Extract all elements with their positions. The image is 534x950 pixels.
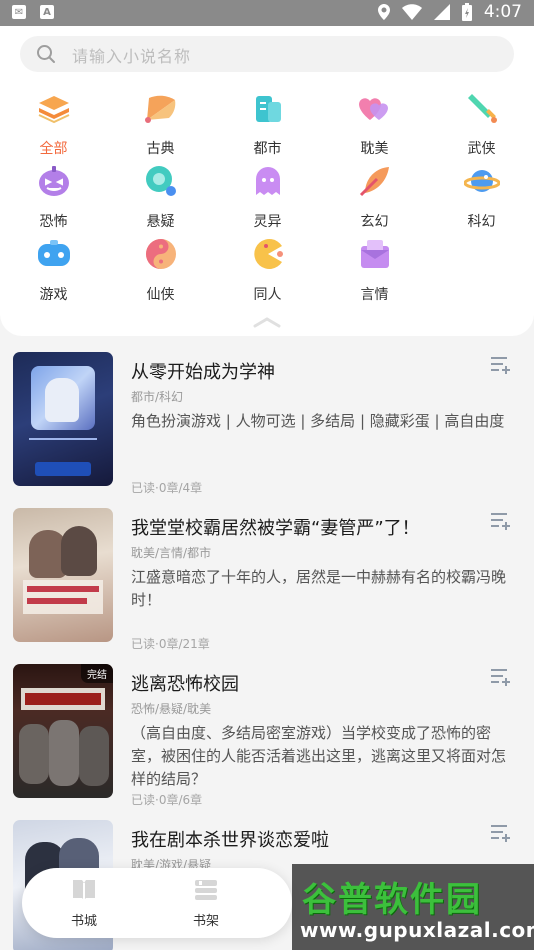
tab-bookstore[interactable]: 书城 (54, 878, 114, 929)
category-label: 科幻 (467, 214, 496, 230)
signal-icon (433, 4, 450, 20)
category-label: 灵异 (253, 214, 282, 230)
category-supernatural[interactable]: 灵异 (214, 163, 321, 231)
layers-icon (38, 96, 69, 124)
category-label: 玄幻 (360, 214, 389, 230)
gamepad-icon (37, 240, 70, 266)
category-label: 恐怖 (39, 214, 68, 230)
yinyang-icon (145, 239, 176, 269)
hearts-icon (358, 98, 388, 120)
category-label: 全部 (39, 141, 68, 157)
bookshelf-icon (195, 880, 217, 900)
category-all[interactable]: 全部 (0, 90, 107, 158)
category-classic[interactable]: 古典 (107, 90, 214, 158)
fan-icon (144, 95, 175, 123)
category-game[interactable]: 游戏 (0, 236, 107, 304)
search-icon (37, 45, 55, 63)
bottom-tab-bar: 书城 书架 (22, 868, 292, 938)
category-danmei[interactable]: 耽美 (321, 90, 428, 158)
book-open-icon (73, 880, 95, 900)
battery-icon (461, 3, 472, 21)
watermark-logo: 谷普软件园 www.gupuxlazal.com (292, 864, 534, 950)
status-bar: ✉ A 4:07 (0, 0, 534, 26)
wifi-icon (401, 4, 422, 20)
category-fanfic[interactable]: 同人 (214, 236, 321, 304)
tab-label: 书城 (70, 914, 97, 929)
book-title: 我堂堂校霸居然被学霸“妻管严”了！ (131, 518, 420, 539)
search-placeholder: 请输入小说名称 (72, 47, 192, 66)
book-tags: 恐怖/悬疑/耽美 (131, 702, 212, 716)
book-item[interactable]: 我堂堂校霸居然被学霸“妻管严”了！ 耽美/言情/都市 江盛意暗恋了十年的人，居然… (0, 492, 534, 651)
category-label: 游戏 (39, 287, 68, 303)
app-notification-icon: A (40, 5, 54, 19)
search-input[interactable]: 请输入小说名称 (20, 36, 514, 72)
add-to-shelf-icon[interactable] (490, 356, 512, 374)
book-item[interactable]: 完结 逃离恐怖校园 恐怖/悬疑/耽美 （高自由度、多结局密室游戏）当学校变成了恐… (0, 648, 534, 807)
category-label: 言情 (360, 287, 389, 303)
book-title: 从零开始成为学神 (131, 362, 275, 383)
magnifier-icon (145, 166, 176, 196)
category-romance[interactable]: 言情 (321, 236, 428, 304)
category-wuxia[interactable]: 武侠 (428, 90, 534, 158)
category-label: 悬疑 (146, 214, 175, 230)
location-icon (377, 4, 390, 20)
category-label: 仙侠 (146, 287, 175, 303)
envelope-icon (360, 240, 389, 268)
book-description: 角色扮演游戏 | 人物可选 | 多结局 | 隐藏彩蛋 | 高自由度 (131, 412, 505, 430)
add-to-shelf-icon[interactable] (490, 668, 512, 686)
category-horror[interactable]: 恐怖 (0, 163, 107, 231)
category-label: 耽美 (360, 141, 389, 157)
category-scifi[interactable]: 科幻 (428, 163, 534, 231)
category-label: 武侠 (467, 141, 496, 157)
book-description: （高自由度、多结局密室游戏）当学校变成了恐怖的密室，被困住的人能否活着逃出这里，… (131, 724, 507, 788)
category-city[interactable]: 都市 (214, 90, 321, 158)
completed-badge: 完结 (81, 664, 113, 683)
book-item[interactable]: 从零开始成为学神 都市/科幻 角色扮演游戏 | 人物可选 | 多结局 | 隐藏彩… (0, 336, 534, 495)
add-to-shelf-icon[interactable] (490, 512, 512, 530)
collapse-chevron-icon[interactable] (253, 316, 281, 328)
pumpkin-icon (38, 166, 69, 196)
watermark-title: 谷普软件园 (302, 880, 482, 920)
status-time: 4:07 (483, 2, 522, 22)
book-tags: 都市/科幻 (131, 390, 184, 404)
book-cover: 完结 (13, 664, 113, 798)
tab-label: 书架 (192, 914, 219, 929)
feather-icon (359, 167, 389, 197)
pacman-icon (253, 239, 283, 269)
add-to-shelf-icon[interactable] (490, 824, 512, 842)
category-label: 同人 (253, 287, 282, 303)
category-suspense[interactable]: 悬疑 (107, 163, 214, 231)
category-xianxia[interactable]: 仙侠 (107, 236, 214, 304)
mail-notification-icon: ✉ (12, 5, 26, 19)
category-panel: 请输入小说名称 全部 古典 都市 耽美 武侠 恐怖 悬疑 灵异 玄幻 科幻 游戏… (0, 26, 534, 336)
sword-icon (467, 94, 497, 123)
category-fantasy[interactable]: 玄幻 (321, 163, 428, 231)
book-cover (13, 508, 113, 642)
book-title: 逃离恐怖校园 (131, 674, 239, 695)
book-description: 江盛意暗恋了十年的人，居然是一中赫赫有名的校霸冯晚时！ (131, 568, 507, 609)
watermark-url: www.gupuxlazal.com (300, 918, 534, 942)
tab-bookshelf[interactable]: 书架 (176, 878, 236, 929)
book-cover (13, 352, 113, 486)
book-title: 我在剧本杀世界谈恋爱啦 (131, 830, 329, 851)
book-tags: 耽美/言情/都市 (131, 546, 212, 560)
category-label: 都市 (253, 141, 282, 157)
building-icon (255, 96, 281, 122)
category-label: 古典 (146, 141, 175, 157)
planet-icon (463, 170, 500, 192)
ghost-icon (255, 167, 280, 195)
